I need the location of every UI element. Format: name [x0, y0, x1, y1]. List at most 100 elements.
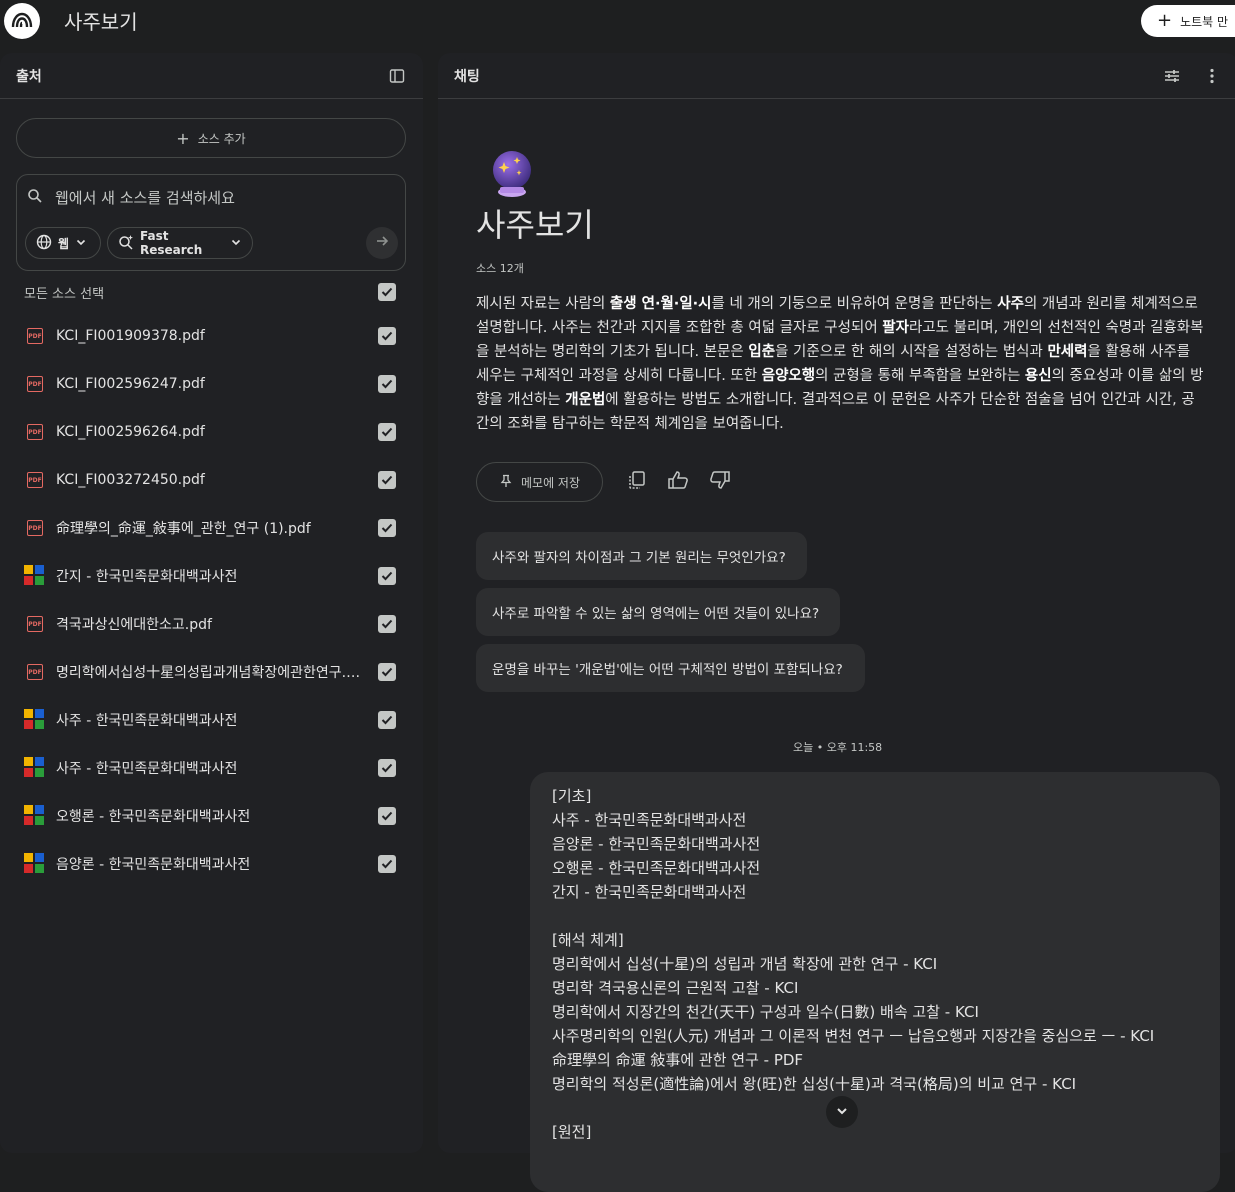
message-line: 오행론 - 한국민족문화대백과사전	[552, 859, 761, 877]
suggested-question-2[interactable]: 사주로 파악할 수 있는 삶의 영역에는 어떤 것들이 있나요?	[476, 588, 840, 636]
globe-icon	[36, 234, 52, 253]
tune-icon[interactable]	[1162, 66, 1182, 86]
summary-keyword: 팔자	[882, 320, 909, 336]
pdf-icon: PDF	[24, 613, 46, 635]
web-source-dropdown[interactable]: 웹	[25, 227, 101, 259]
summary-actions: 메모에 저장	[476, 462, 1206, 502]
summary-keyword: 입춘	[748, 344, 776, 360]
copy-icon[interactable]	[627, 470, 647, 494]
source-item[interactable]: PDF KCI_FI002596247.pdf	[24, 360, 396, 408]
chat-header: 채팅	[438, 53, 1235, 99]
message-line: 命理學의 命運 敍事에 관한 연구 - PDF	[552, 1051, 804, 1069]
source-checkbox[interactable]	[378, 615, 396, 633]
select-all-checkbox[interactable]	[378, 283, 396, 301]
sources-title: 출처	[16, 68, 42, 85]
source-item[interactable]: 오행론 - 한국민족문화대백과사전	[24, 792, 396, 840]
summary-text: 을 기준으로 한 해의 시작을 설정하는 법식과	[775, 344, 1048, 360]
new-notebook-button[interactable]: + 노트북 만	[1141, 5, 1235, 37]
save-to-note-button[interactable]: 메모에 저장	[476, 462, 603, 502]
suggested-question-1[interactable]: 사주와 팔자의 차이점과 그 기본 원리는 무엇인가요?	[476, 532, 807, 580]
source-item[interactable]: 간지 - 한국민족문화대백과사전	[24, 552, 396, 600]
source-checkbox[interactable]	[378, 711, 396, 729]
research-chip-label: Fast Research	[140, 229, 203, 257]
notebook-title: 사주보기	[476, 206, 594, 244]
source-item[interactable]: PDF 命理學의_命運_敍事에_관한_연구 (1).pdf	[24, 504, 396, 552]
source-name: 격국과상신에대한소고.pdf	[56, 617, 212, 633]
pin-icon	[499, 474, 513, 491]
thumbs-up-icon[interactable]	[667, 470, 689, 494]
source-name: 명리학에서십성十星의성립과개념확장에관한연구.pdf	[56, 665, 369, 681]
source-checkbox[interactable]	[378, 375, 396, 393]
search-icon	[27, 188, 43, 208]
source-item[interactable]: 사주 - 한국민족문화대백과사전	[24, 696, 396, 744]
thumbs-down-icon[interactable]	[709, 470, 731, 494]
source-item[interactable]: PDF KCI_FI003272450.pdf	[24, 456, 396, 504]
top-bar: 사주보기 + 노트북 만	[0, 0, 1235, 52]
source-item[interactable]: PDF 명리학에서십성十星의성립과개념확장에관한연구.pdf	[24, 648, 396, 696]
pdf-icon: PDF	[24, 421, 46, 443]
chevron-down-icon	[230, 236, 242, 251]
message-timestamp: 오늘 • 오후 11:58	[793, 741, 883, 754]
pdf-icon: PDF	[24, 661, 46, 683]
notebook-overview: 사주보기 소스 12개 제시된 자료는 사람의 출생 연·월·일·시를 네 개의…	[476, 148, 1206, 502]
notebooklm-logo-icon[interactable]	[4, 3, 40, 39]
select-all-row[interactable]: 모든 소스 선택	[24, 281, 396, 303]
encyclopedia-favicon-icon	[24, 757, 46, 779]
sparkle-search-icon	[118, 234, 134, 253]
plus-icon: +	[176, 128, 190, 148]
submit-search-button[interactable]	[366, 227, 398, 259]
summary-text: 를 네 개의 기둥으로 비유하여 운명을 판단하는	[711, 296, 998, 312]
source-checkbox[interactable]	[378, 567, 396, 585]
save-memo-label: 메모에 저장	[520, 475, 580, 490]
more-vert-icon[interactable]	[1202, 66, 1222, 86]
source-name: 사주 - 한국민족문화대백과사전	[56, 713, 238, 729]
add-source-label: 소스 추가	[197, 131, 246, 146]
research-mode-dropdown[interactable]: Fast Research	[107, 227, 253, 259]
source-name: 命理學의_命運_敍事에_관한_연구 (1).pdf	[56, 521, 311, 537]
chevron-down-icon	[75, 236, 87, 251]
search-placeholder: 웹에서 새 소스를 검색하세요	[55, 189, 235, 207]
pdf-icon: PDF	[24, 373, 46, 395]
scroll-down-button[interactable]	[826, 1096, 858, 1128]
select-all-label: 모든 소스 선택	[24, 286, 105, 302]
source-checkbox[interactable]	[378, 327, 396, 345]
summary-keyword: 출생 연·월·일·시	[609, 296, 712, 312]
source-checkbox[interactable]	[378, 471, 396, 489]
web-search-box: 웹에서 새 소스를 검색하세요 웹 Fast Research	[16, 174, 406, 271]
source-item[interactable]: PDF KCI_FI002596264.pdf	[24, 408, 396, 456]
source-checkbox[interactable]	[378, 807, 396, 825]
pdf-icon: PDF	[24, 517, 46, 539]
source-item[interactable]: PDF KCI_FI001909378.pdf	[24, 312, 396, 360]
source-checkbox[interactable]	[378, 519, 396, 537]
source-checkbox[interactable]	[378, 855, 396, 873]
search-input[interactable]: 웹에서 새 소스를 검색하세요	[27, 187, 235, 208]
message-line: 명리학에서 십성(十星)의 성립과 개념 확장에 관한 연구 - KCI	[552, 955, 938, 973]
source-item[interactable]: 사주 - 한국민족문화대백과사전	[24, 744, 396, 792]
source-count: 소스 12개	[476, 262, 524, 275]
chevron-down-icon	[835, 1103, 849, 1122]
source-checkbox[interactable]	[378, 759, 396, 777]
add-source-button[interactable]: + 소스 추가	[16, 118, 406, 158]
app-title[interactable]: 사주보기	[64, 6, 138, 35]
source-name: KCI_FI002596247.pdf	[56, 376, 205, 392]
source-item[interactable]: PDF 격국과상신에대한소고.pdf	[24, 600, 396, 648]
pdf-icon: PDF	[24, 469, 46, 491]
source-checkbox[interactable]	[378, 423, 396, 441]
collapse-panel-icon[interactable]	[387, 66, 407, 86]
encyclopedia-favicon-icon	[24, 853, 46, 875]
source-name: 오행론 - 한국민족문화대백과사전	[56, 809, 251, 825]
summary-keyword: 사주	[997, 296, 1024, 312]
message-line: 음양론 - 한국민족문화대백과사전	[552, 835, 761, 853]
message-line: [기초]	[552, 787, 592, 805]
plus-icon: +	[1157, 10, 1173, 31]
suggested-question-3[interactable]: 운명을 바꾸는 '개운법'에는 어떤 구체적인 방법이 포함되나요?	[476, 644, 865, 692]
source-item[interactable]: 음양론 - 한국민족문화대백과사전	[24, 840, 396, 888]
message-line: [원전]	[552, 1123, 592, 1141]
source-checkbox[interactable]	[378, 663, 396, 681]
message-line: 사주 - 한국민족문화대백과사전	[552, 811, 747, 829]
sources-panel: 출처 + 소스 추가 웹에서 새 소스를 검색하세요 웹 Fast Resear…	[0, 53, 423, 1153]
source-list: PDF KCI_FI001909378.pdf PDF KCI_FI002596247…	[24, 312, 396, 888]
source-name: KCI_FI003272450.pdf	[56, 472, 205, 488]
chat-title: 채팅	[454, 68, 480, 85]
